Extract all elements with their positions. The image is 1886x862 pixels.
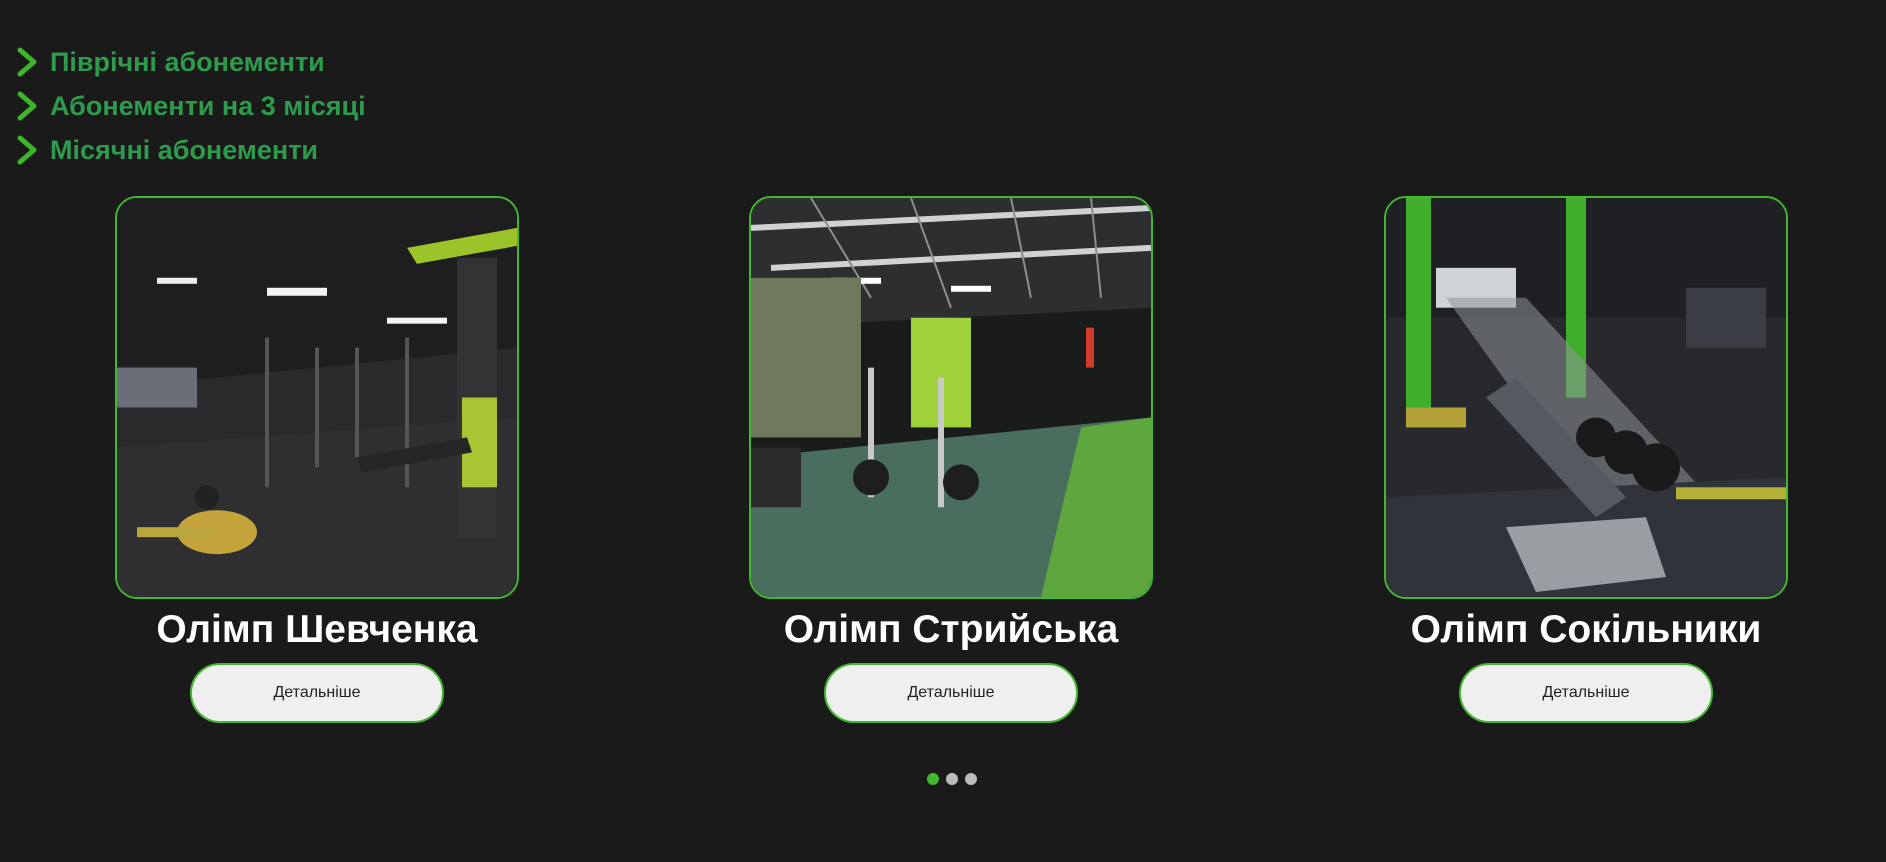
plan-item-monthly[interactable]: Місячні абонементи <box>16 128 366 172</box>
plan-item-half-year[interactable]: Піврічні абонементи <box>16 40 366 84</box>
gym-photo[interactable] <box>749 196 1153 599</box>
chevron-right-icon <box>17 91 37 121</box>
pagination-dot-3[interactable] <box>965 773 977 785</box>
gym-name: Олімп Сокільники <box>1410 608 1762 651</box>
gym-card-stryiska: Олімп Стрийська Детальніше <box>749 196 1153 723</box>
plan-label: Піврічні абонементи <box>50 46 325 77</box>
gym-interior-image <box>1386 198 1786 597</box>
pagination-dot-1[interactable] <box>927 773 939 785</box>
gym-name: Олімп Шевченка <box>156 608 478 651</box>
plan-label: Абонементи на 3 місяці <box>50 90 366 121</box>
gym-name: Олімп Стрийська <box>783 608 1119 651</box>
chevron-right-icon <box>17 135 37 165</box>
gym-interior-image <box>751 198 1151 597</box>
chevron-right-icon <box>17 47 37 77</box>
gym-card-shevchenka: Олімп Шевченка Детальніше <box>115 196 519 723</box>
gym-photo[interactable] <box>115 196 519 599</box>
membership-plan-list: Піврічні абонементи Абонементи на 3 міся… <box>16 40 366 172</box>
plan-label: Місячні абонементи <box>50 134 319 165</box>
details-button[interactable]: Детальніше <box>190 663 444 723</box>
plan-item-three-months[interactable]: Абонементи на 3 місяці <box>16 84 366 128</box>
details-button[interactable]: Детальніше <box>824 663 1078 723</box>
gym-interior-image <box>117 198 517 597</box>
carousel-pagination <box>927 773 977 785</box>
pagination-dot-2[interactable] <box>946 773 958 785</box>
details-button[interactable]: Детальніше <box>1459 663 1713 723</box>
gym-photo[interactable] <box>1384 196 1788 599</box>
gym-card-sokilnyky: Олімп Сокільники Детальніше <box>1384 196 1788 723</box>
